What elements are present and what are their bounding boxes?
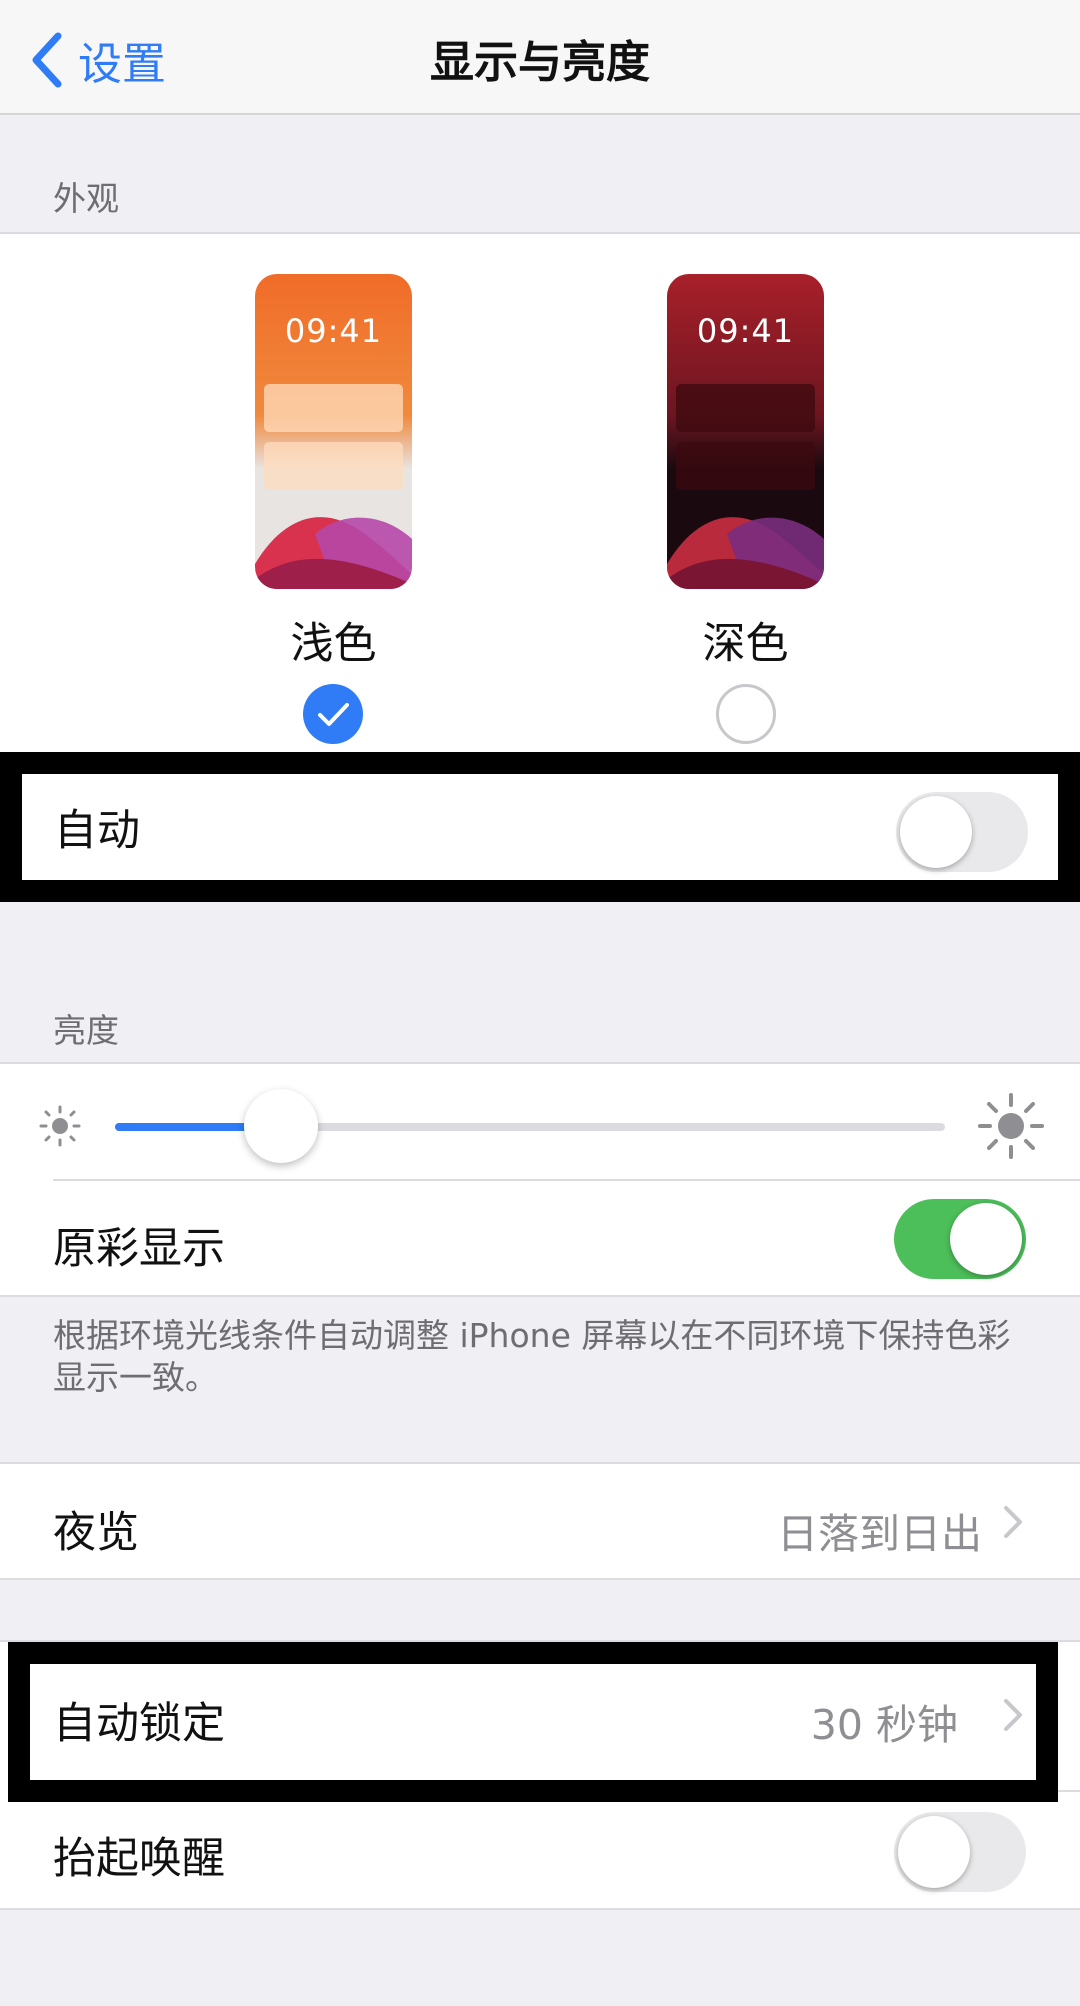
light-preview-wave xyxy=(255,517,412,589)
auto-row[interactable]: 自动 xyxy=(0,752,1080,902)
light-appearance-label: 浅色 xyxy=(290,619,377,669)
auto-label: 自动 xyxy=(54,806,140,856)
night-shift-label: 夜览 xyxy=(53,1508,139,1558)
dark-preview-widget xyxy=(676,384,815,432)
toggle-knob xyxy=(898,1816,970,1888)
dark-preview-time: 09:41 xyxy=(696,312,795,350)
night-shift-row[interactable]: 夜览 日落到日出 xyxy=(0,1462,1080,1580)
night-shift-value: 日落到日出 xyxy=(777,1510,982,1558)
light-preview-time: 09:41 xyxy=(284,312,383,350)
dark-appearance-label: 深色 xyxy=(702,619,789,669)
dark-unselected-circle[interactable] xyxy=(716,684,776,744)
chevron-right-icon xyxy=(1002,1697,1024,1737)
auto-lock-value: 30 秒钟 xyxy=(810,1701,958,1749)
dark-preview-wave xyxy=(667,517,824,589)
auto-toggle[interactable] xyxy=(896,792,1028,872)
toggle-knob xyxy=(900,796,972,868)
divider xyxy=(53,1179,1080,1181)
brightness-section-header: 亮度 xyxy=(53,1011,119,1050)
light-preview-widget xyxy=(264,384,403,432)
true-tone-label: 原彩显示 xyxy=(53,1224,225,1274)
light-selected-checkmark[interactable] xyxy=(303,684,363,744)
back-button[interactable]: 设置 xyxy=(28,28,166,92)
chevron-right-icon xyxy=(1002,1504,1024,1544)
light-preview-image: 09:41 xyxy=(255,274,412,589)
back-label: 设置 xyxy=(78,39,166,90)
true-tone-toggle[interactable] xyxy=(894,1199,1026,1279)
dark-preview-image: 09:41 xyxy=(667,274,824,589)
toggle-knob xyxy=(950,1203,1022,1275)
sun-small-icon xyxy=(39,1105,81,1147)
navigation-bar: 显示与亮度 设置 xyxy=(0,0,1080,115)
brightness-slider-thumb[interactable] xyxy=(244,1089,318,1163)
chevron-left-icon xyxy=(32,32,62,88)
appearance-card: 09:41 浅色 09:41 深色 xyxy=(0,232,1080,752)
auto-lock-row[interactable]: 自动锁定 30 秒钟 xyxy=(8,1642,1058,1802)
light-preview-widget xyxy=(264,442,403,490)
sun-large-icon xyxy=(978,1093,1044,1159)
auto-lock-label: 自动锁定 xyxy=(53,1699,225,1749)
true-tone-footer: 根据环境光线条件自动调整 iPhone 屏幕以在不同环境下保持色彩显示一致。 xyxy=(53,1316,1011,1397)
raise-to-wake-label: 抬起唤醒 xyxy=(53,1834,225,1884)
appearance-section-header: 外观 xyxy=(53,179,119,218)
checkmark-icon xyxy=(318,703,349,726)
dark-preview-widget xyxy=(676,442,815,490)
raise-to-wake-toggle[interactable] xyxy=(894,1812,1026,1892)
brightness-card: 原彩显示 xyxy=(0,1062,1080,1297)
